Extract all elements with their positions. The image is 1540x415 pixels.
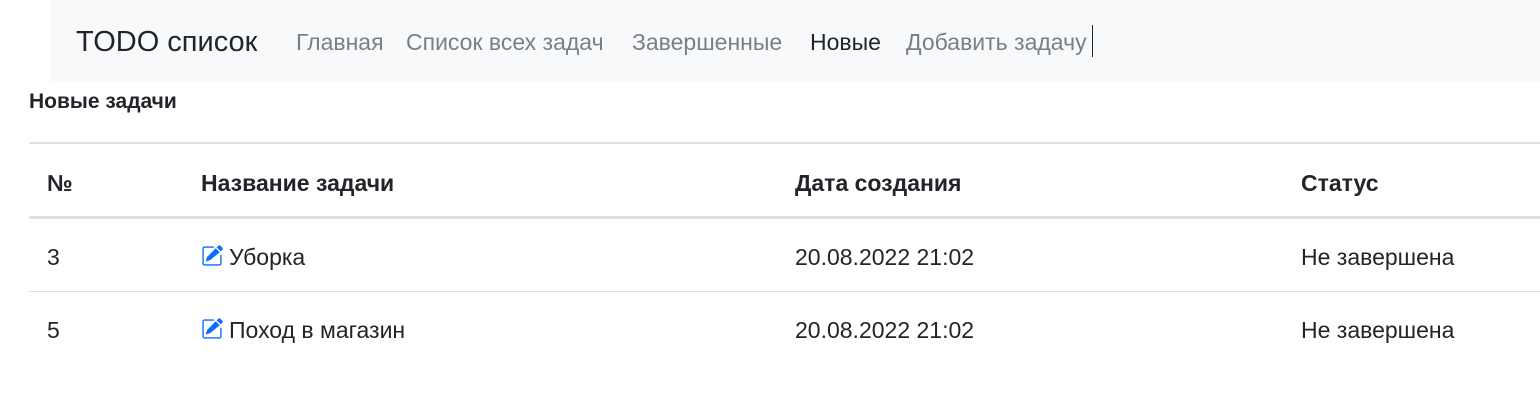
row-2-created-date: 20.08.2022 21:02 — [795, 317, 975, 343]
edit-icon[interactable] — [201, 318, 223, 340]
text-cursor — [1092, 25, 1093, 57]
nav-link-new[interactable]: Новые — [810, 28, 881, 56]
header-status: Статус — [1301, 170, 1379, 196]
header-task-name: Название задачи — [201, 170, 395, 196]
row-1-status: Не завершена — [1301, 244, 1455, 270]
nav-link-add-task[interactable]: Добавить задачу — [906, 28, 1087, 56]
nav-link-home[interactable]: Главная — [296, 28, 384, 56]
row-divider — [29, 291, 1540, 292]
nav-link-completed[interactable]: Завершенные — [632, 28, 782, 56]
row-1-created-date: 20.08.2022 21:02 — [795, 244, 975, 270]
navbar-brand[interactable]: TODO список — [76, 24, 257, 60]
row-2-task-title[interactable]: Поход в магазин — [229, 317, 405, 343]
row-1-number: 3 — [47, 244, 60, 270]
row-1-task-name[interactable]: Уборка — [201, 243, 305, 271]
nav-link-all-tasks[interactable]: Список всех задач — [406, 28, 604, 56]
header-number: № — [47, 170, 73, 196]
page-title: Новые задачи — [29, 90, 177, 113]
row-2-number: 5 — [47, 317, 60, 343]
table-top-border — [29, 142, 1540, 144]
navbar: TODO список Главная Список всех задач За… — [51, 0, 1540, 82]
edit-icon[interactable] — [201, 245, 223, 267]
row-2-status: Не завершена — [1301, 317, 1455, 343]
table-header-border — [29, 216, 1540, 219]
header-created-date: Дата создания — [795, 170, 962, 196]
row-2-task-name[interactable]: Поход в магазин — [201, 316, 405, 344]
row-1-task-title[interactable]: Уборка — [229, 244, 305, 270]
